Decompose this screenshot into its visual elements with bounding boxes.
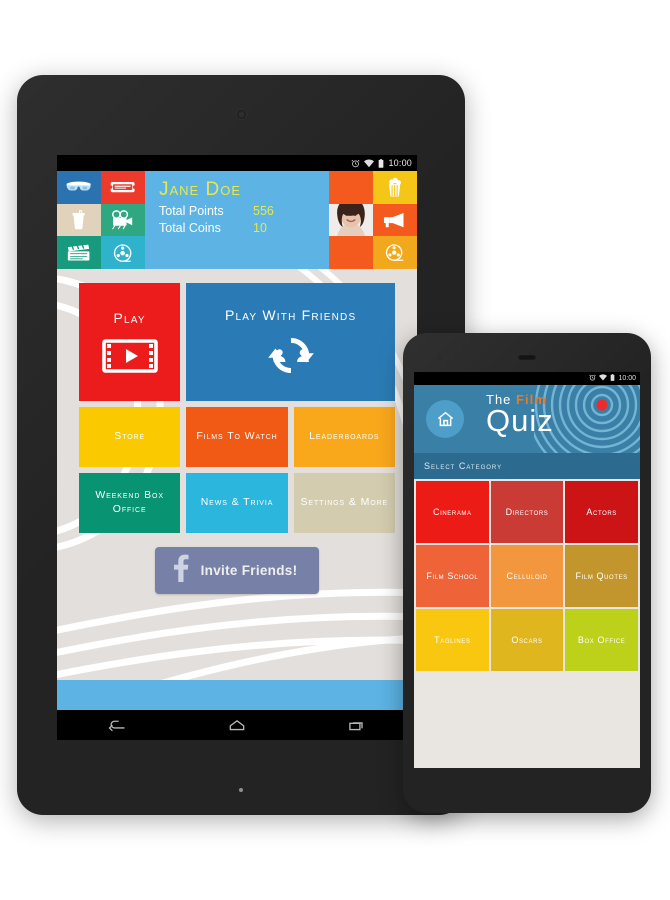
total-points-label: Total Points <box>159 203 224 218</box>
tablet-front-camera <box>236 110 246 119</box>
tile-settings-and-more-label: Settings & More <box>300 496 389 509</box>
category-taglines[interactable]: Taglines <box>416 609 489 671</box>
tile-play-with-friends-label: Play with Friends <box>224 307 357 324</box>
alarm-icon <box>351 159 360 168</box>
recents-icon[interactable] <box>347 718 367 732</box>
category-actors-label: Actors <box>586 507 617 517</box>
tablet-status-bar: 10:00 <box>57 155 417 171</box>
megaphone-icon[interactable] <box>373 203 417 237</box>
tile-news-and-trivia-label: News & Trivia <box>200 496 274 509</box>
phone-app-header: The Film Quiz <box>414 385 640 453</box>
tablet-bottom-accent-bar <box>57 680 417 710</box>
tile-films-to-watch[interactable]: Films to Watch <box>186 407 288 467</box>
category-cinerama[interactable]: Cinerama <box>416 481 489 543</box>
tile-news-and-trivia[interactable]: News & Trivia <box>186 473 288 533</box>
category-film-quotes[interactable]: Film Quotes <box>565 545 638 607</box>
popcorn-icon[interactable] <box>373 171 417 204</box>
phone-screen: 10:00 The Film Quiz Select Category Cine… <box>414 372 640 768</box>
facebook-icon <box>169 554 191 587</box>
category-grid: Cinerama Directors Actors Film School Ce… <box>414 479 640 673</box>
category-oscars[interactable]: Oscars <box>490 609 564 671</box>
category-film-school[interactable]: Film School <box>416 545 489 607</box>
film-play-icon <box>101 337 158 375</box>
tile-films-to-watch-label: Films to Watch <box>196 430 278 443</box>
app-logo: The Film Quiz <box>486 393 554 436</box>
invite-friends-label: Invite Friends! <box>200 563 298 578</box>
phone-device: 10:00 The Film Quiz Select Category Cine… <box>403 333 651 813</box>
tablet-dashboard: Play Play With Friends Store Films To Wa… <box>57 269 417 710</box>
alarm-icon <box>589 374 597 383</box>
profile-info: Jane Doe Total Points 556 Total Coins 10 <box>145 171 329 269</box>
invite-friends-wrap: Invite Friends! <box>79 547 395 594</box>
drink-cup-icon[interactable] <box>57 203 101 237</box>
tile-weekend-box-office-label: Weekend Box Office <box>95 489 164 515</box>
category-film-quotes-label: Film Quotes <box>575 571 628 581</box>
wifi-icon <box>599 374 608 383</box>
category-directors[interactable]: Directors <box>490 481 564 543</box>
orange-block <box>329 171 373 204</box>
film-reel-icon-2[interactable] <box>373 236 417 269</box>
category-directors-label: Directors <box>505 507 549 517</box>
home-button[interactable] <box>426 400 464 438</box>
select-category-bar: Select Category <box>414 453 640 479</box>
category-oscars-label: Oscars <box>511 635 543 645</box>
category-box-office-label: Box Office <box>577 635 626 645</box>
tile-leaderboards[interactable]: Leaderboards <box>293 407 395 467</box>
total-coins-label: Total Coins <box>159 220 221 235</box>
category-taglines-label: Taglines <box>434 635 471 645</box>
tile-store[interactable]: Store <box>79 407 181 467</box>
tile-play-label: Play <box>113 310 146 327</box>
category-cinerama-label: Cinerama <box>433 507 472 517</box>
sync-friends-icon <box>265 334 317 378</box>
status-time: 10:00 <box>388 158 412 168</box>
tile-play-with-friends[interactable]: Play with Friends <box>186 283 395 401</box>
select-category-label: Select Category <box>424 461 503 471</box>
status-time: 10:00 <box>618 375 636 382</box>
tablet-led-indicator <box>239 788 243 792</box>
player-name: Jane Doe <box>159 179 242 200</box>
phone-front-camera <box>437 355 442 360</box>
left-icon-cluster <box>57 171 145 269</box>
tile-store-label: Store <box>114 430 146 443</box>
battery-icon <box>610 374 615 383</box>
tile-play[interactable]: Play <box>79 283 181 401</box>
tile-leaderboards-label: Leaderboards <box>309 430 380 443</box>
invite-friends-button[interactable]: Invite Friends! <box>154 547 320 594</box>
avatar[interactable] <box>329 203 373 237</box>
category-box-office[interactable]: Box Office <box>565 609 638 671</box>
phone-status-bar: 10:00 <box>414 372 640 385</box>
clapperboard-icon[interactable] <box>57 236 101 269</box>
category-celluloid[interactable]: Celluloid <box>490 545 564 607</box>
tile-area: Play Play With Friends Store Films To Wa… <box>57 269 417 594</box>
tablet-screen: 10:00 Jane Doe Total Points 556 Total Co… <box>57 155 417 710</box>
stat-row-points: Total Points 556 <box>159 204 329 218</box>
film-reel-icon[interactable] <box>101 236 145 269</box>
tablet-device: 10:00 Jane Doe Total Points 556 Total Co… <box>17 75 465 815</box>
logo-quiz: Quiz <box>486 403 554 438</box>
stat-row-coins: Total Coins 10 <box>159 221 329 235</box>
phone-earpiece <box>518 355 536 360</box>
scene-root: 10:00 Jane Doe Total Points 556 Total Co… <box>0 0 670 900</box>
category-actors[interactable]: Actors <box>565 481 638 543</box>
tablet-nav-bar <box>57 710 417 740</box>
wifi-icon <box>364 159 375 168</box>
3d-glasses-icon[interactable] <box>57 171 101 204</box>
battery-icon <box>378 158 384 168</box>
back-icon[interactable] <box>107 718 127 732</box>
tile-settings-and-more[interactable]: Settings & More <box>293 473 395 533</box>
profile-header: Jane Doe Total Points 556 Total Coins 10 <box>57 171 417 269</box>
ticket-icon[interactable] <box>101 171 145 204</box>
tile-weekend-box-office[interactable]: Weekend Box Office <box>79 473 181 533</box>
orange-block-2 <box>329 236 373 269</box>
category-celluloid-label: Celluloid <box>506 571 548 581</box>
main-tile-grid: Play Play With Friends Store Films To Wa… <box>79 283 395 533</box>
category-film-school-label: Film School <box>426 571 479 581</box>
home-icon[interactable] <box>227 718 247 732</box>
right-icon-cluster <box>329 171 417 269</box>
movie-camera-icon[interactable] <box>101 203 145 237</box>
total-points-value: 556 <box>253 203 274 218</box>
total-coins-value: 10 <box>253 220 267 235</box>
